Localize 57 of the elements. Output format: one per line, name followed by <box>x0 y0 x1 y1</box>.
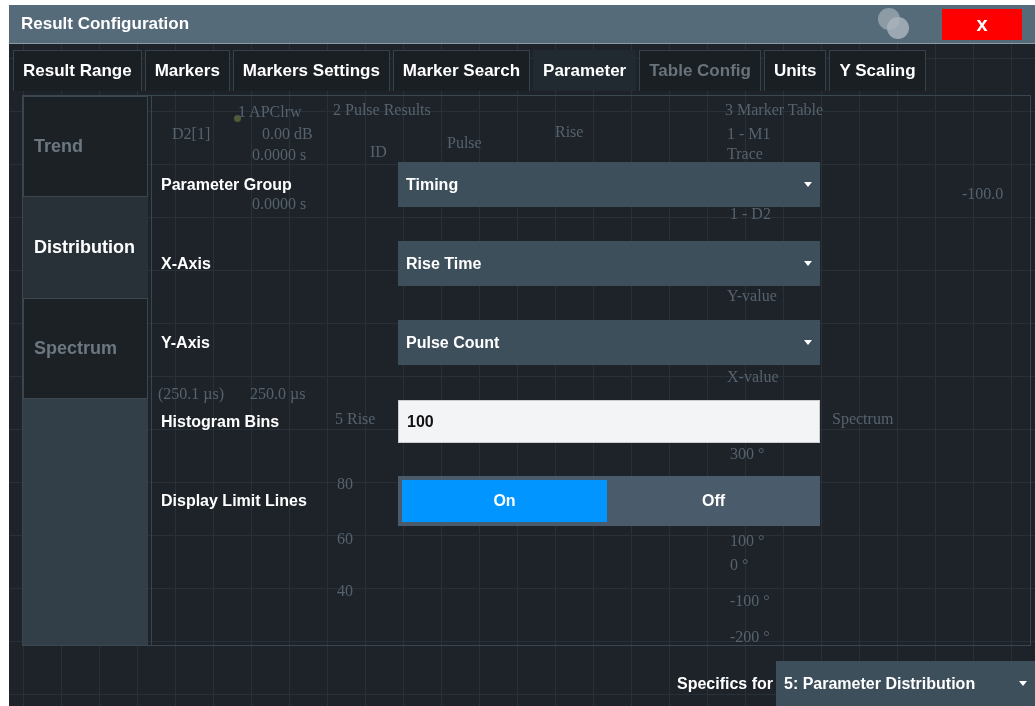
background-display-text: 60 <box>337 530 353 548</box>
background-display-text: Pulse <box>447 134 482 152</box>
dropdown[interactable]: Pulse Count <box>398 320 820 365</box>
toggle-option[interactable]: Off <box>611 479 816 522</box>
background-display-text: 2 Pulse Results <box>333 101 431 119</box>
tab[interactable]: Marker Search <box>392 50 531 91</box>
field-label: Parameter Group <box>161 175 292 193</box>
field-label: Histogram Bins <box>161 412 280 430</box>
status-dot-icon <box>234 115 241 122</box>
caret-icon <box>804 261 812 266</box>
background-display-text: X-value <box>727 368 779 386</box>
background-display-text: D2[1] <box>172 125 211 143</box>
side-tab[interactable]: Distribution <box>23 197 148 298</box>
background-display-text: 250.0 µs <box>250 385 306 403</box>
background-display-text: 80 <box>337 475 353 493</box>
dropdown[interactable]: Timing <box>398 162 820 207</box>
specifics-label: Specifics for <box>676 674 773 693</box>
background-display-text: 1 - D2 <box>730 205 771 223</box>
caret-icon <box>804 340 812 345</box>
background-display-text: 0 ° <box>730 556 749 574</box>
tab[interactable]: Y Scaling <box>829 50 926 91</box>
side-tab[interactable]: Spectrum <box>23 298 148 399</box>
close-button[interactable]: x <box>942 8 1022 40</box>
field-label: Display Limit Lines <box>161 491 307 509</box>
background-display-text: ID <box>370 143 387 161</box>
background-display-text: 0.00 dB <box>262 125 313 143</box>
background-display-text: 100 ° <box>730 532 765 550</box>
background-display-text: (250.1 µs) <box>158 385 225 403</box>
background-display-text: 0.0000 s <box>252 195 307 213</box>
background-display-text: 1 - M1 <box>727 125 771 143</box>
background-display-text: 1 APClrw <box>238 103 302 121</box>
tab[interactable]: Markers <box>144 50 230 91</box>
background-display-text: 40 <box>337 582 353 600</box>
caret-icon <box>804 182 812 187</box>
background-display-text: -200 ° <box>730 628 770 646</box>
tab[interactable]: Markers Settings <box>232 50 390 91</box>
tab[interactable]: Units <box>763 50 827 91</box>
input-field[interactable]: 100 <box>398 400 820 443</box>
field-label: Y-Axis <box>161 333 210 351</box>
tab[interactable]: Parameter <box>533 50 637 91</box>
background-display-text: Spectrum <box>832 410 894 428</box>
dialog-title: Result Configuration <box>21 14 191 34</box>
caret-icon <box>1019 681 1027 686</box>
background-display-text: 300 ° <box>730 445 765 463</box>
background-display-text: 3 Marker Table <box>725 101 824 119</box>
background-display-text: Rise <box>555 123 584 141</box>
background-display-text: 0.0000 s <box>252 146 307 164</box>
tab[interactable]: Result Range <box>13 50 142 91</box>
background-display-text: -100.0 <box>962 185 1004 203</box>
background-display-text: 5 Rise <box>335 410 376 428</box>
dropdown[interactable]: Rise Time <box>398 241 820 286</box>
field-label: X-Axis <box>161 254 211 272</box>
background-display-text: Y-value <box>727 287 777 305</box>
background-display-text: -100 ° <box>730 592 770 610</box>
background-display-text: Trace <box>727 145 763 163</box>
side-tab[interactable]: Trend <box>23 96 148 197</box>
dropdown[interactable]: 5: Parameter Distribution <box>776 661 1035 706</box>
